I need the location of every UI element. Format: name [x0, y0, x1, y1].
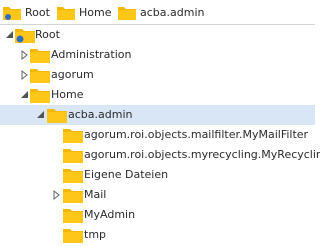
tree-node-myadmin[interactable]: MyAdmin	[0, 205, 315, 225]
folder-icon	[30, 67, 50, 83]
folder-icon	[63, 127, 83, 143]
tree-node-myrecycling[interactable]: agorum.roi.objects.myrecycling.MyRecycli…	[0, 145, 320, 165]
root-folder-icon	[15, 27, 35, 43]
folder-icon	[63, 187, 83, 203]
tree-node-label: Eigene Dateien	[84, 168, 169, 181]
folder-icon	[30, 87, 50, 103]
tree-node-label: tmp	[84, 228, 107, 241]
folder-tree: Root Administration agorum Home acba.adm…	[0, 25, 320, 246]
folder-icon	[57, 5, 75, 20]
folder-icon	[63, 227, 83, 243]
tree-node-mymailfilter[interactable]: agorum.roi.objects.mailfilter.MyMailFilt…	[0, 125, 315, 145]
expanded-arrow-icon[interactable]	[5, 28, 14, 42]
breadcrumb-label: acba.admin	[140, 6, 205, 19]
tree-node-home[interactable]: Home	[0, 85, 315, 105]
breadcrumb-label: Home	[79, 6, 112, 19]
tree-node-root[interactable]: Root	[0, 25, 315, 45]
folder-icon	[63, 147, 83, 163]
tree-node-tmp[interactable]: tmp	[0, 225, 315, 245]
tree-node-label: Home	[51, 88, 84, 101]
tree-node-agorum[interactable]: agorum	[0, 65, 315, 85]
tree-node-label: MyAdmin	[84, 208, 136, 221]
folder-icon	[30, 47, 50, 63]
breadcrumb: Root Home acba.admin	[0, 0, 315, 25]
tree-node-label: agorum	[51, 68, 94, 81]
folder-icon	[47, 107, 67, 123]
folder-icon	[63, 207, 83, 223]
tree-node-label: acba.admin	[68, 108, 133, 121]
tree-node-administration[interactable]: Administration	[0, 45, 315, 65]
collapsed-arrow-icon[interactable]	[20, 48, 29, 62]
tree-node-label: Mail	[84, 188, 107, 201]
tree-node-label: agorum.roi.objects.mailfilter.MyMailFilt…	[84, 128, 309, 141]
expanded-arrow-icon[interactable]	[36, 108, 45, 122]
breadcrumb-label: Root	[25, 6, 50, 19]
tree-node-label: agorum.roi.objects.myrecycling.MyRecycli…	[84, 148, 320, 161]
root-folder-icon	[3, 5, 21, 20]
tree-node-eigene-dateien[interactable]: Eigene Dateien	[0, 165, 315, 185]
collapsed-arrow-icon[interactable]	[20, 68, 29, 82]
collapsed-arrow-icon[interactable]	[52, 188, 61, 202]
tree-node-label: Administration	[51, 48, 132, 61]
tree-node-acba-admin[interactable]: acba.admin	[0, 105, 315, 125]
tree-node-mail[interactable]: Mail	[0, 185, 315, 205]
expanded-arrow-icon[interactable]	[20, 88, 29, 102]
folder-icon	[63, 167, 83, 183]
folder-icon	[118, 5, 136, 20]
tree-node-label: Root	[35, 28, 60, 41]
